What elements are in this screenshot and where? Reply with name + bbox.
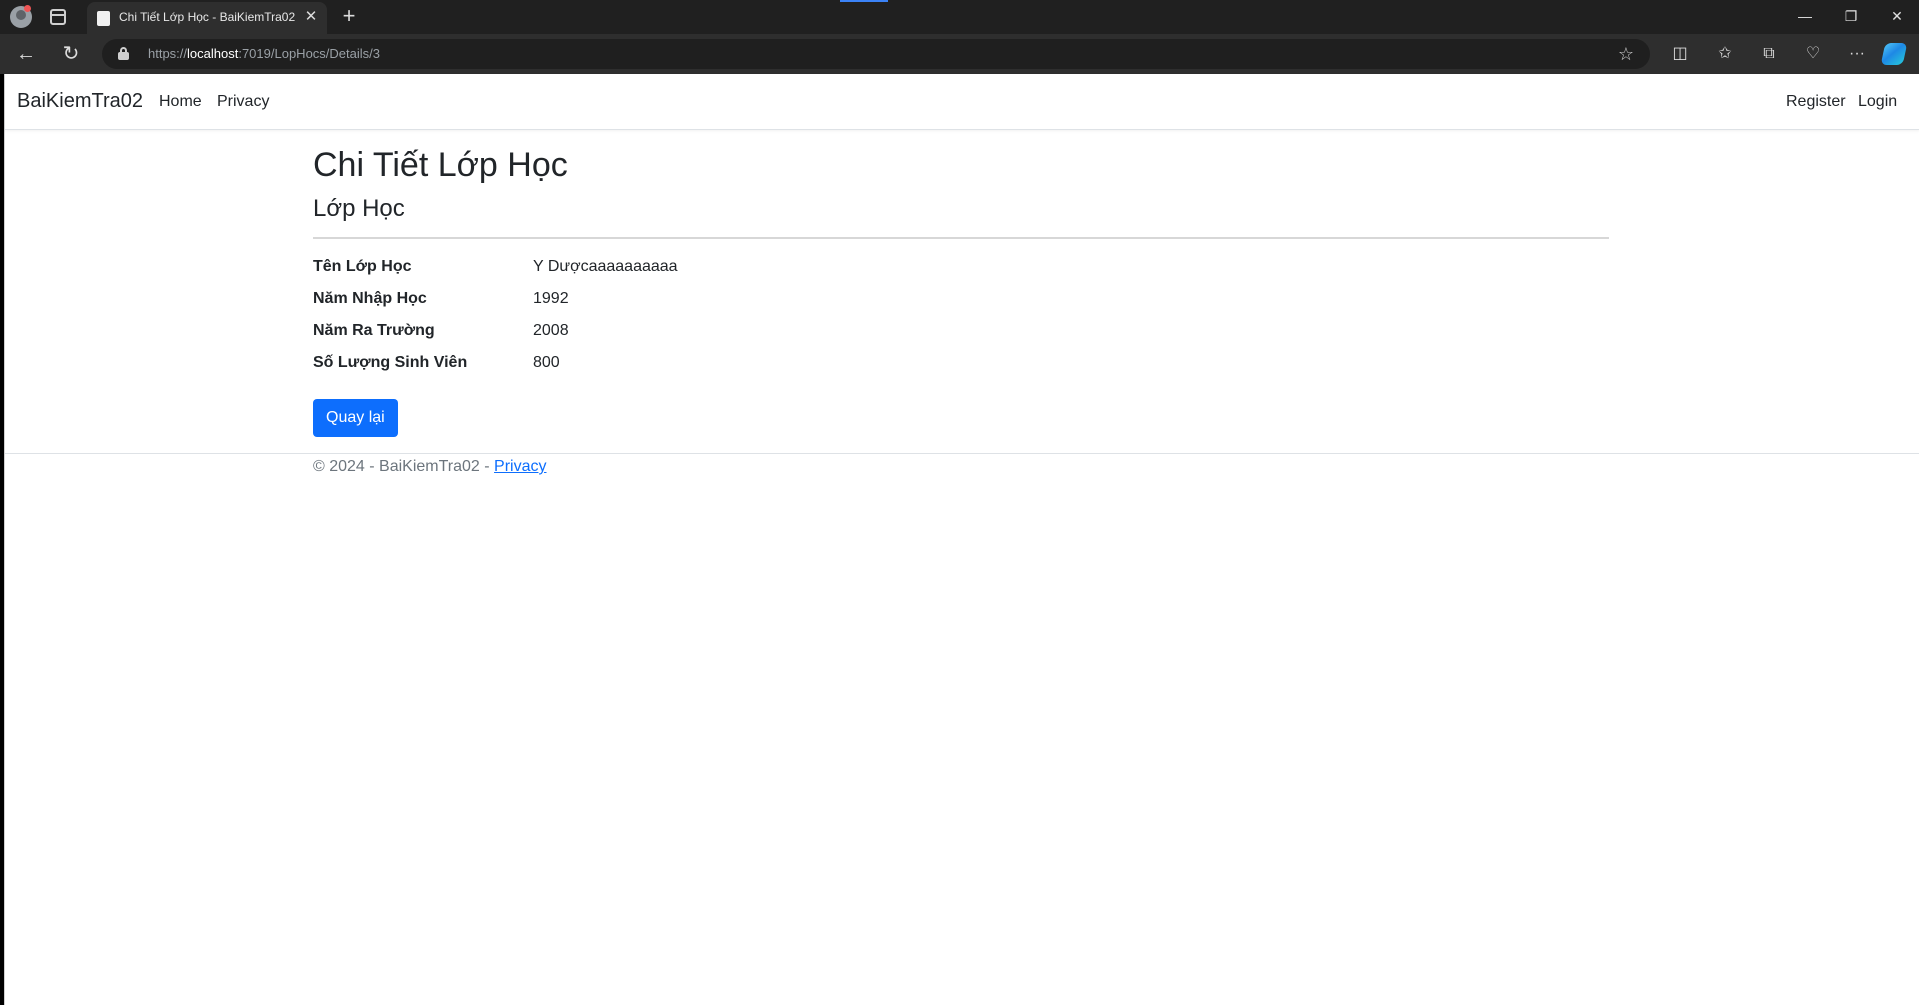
field-value-ten-lop-hoc: Y Dượcaaaaaaaaaa xyxy=(533,258,678,275)
site-footer: © 2024 - BaiKiemTra02 - Privacy xyxy=(313,458,547,476)
footer-divider xyxy=(5,453,1919,454)
refresh-icon[interactable]: ↻ xyxy=(57,41,85,67)
nav-link-login[interactable]: Login xyxy=(1858,93,1897,111)
field-value-so-luong-sinh-vien: 800 xyxy=(533,354,560,371)
browser-tab-active[interactable]: Chi Tiết Lớp Học - BaiKiemTra02 ✕ xyxy=(87,2,327,34)
url-host: localhost xyxy=(187,46,239,61)
url-path: :7019/LopHocs/Details/3 xyxy=(238,46,380,61)
url-scheme: https:// xyxy=(148,46,188,61)
field-label-nam-ra-truong: Năm Ra Trường xyxy=(313,322,435,339)
nav-link-privacy[interactable]: Privacy xyxy=(217,93,269,111)
nav-link-home[interactable]: Home xyxy=(159,93,202,111)
close-tab-icon[interactable]: ✕ xyxy=(301,7,321,27)
favorite-star-icon[interactable]: ☆ xyxy=(1614,42,1638,66)
field-value-nam-nhap-hoc: 1992 xyxy=(533,290,569,307)
minimize-window-icon[interactable]: — xyxy=(1785,4,1825,28)
close-window-icon[interactable]: ✕ xyxy=(1877,4,1917,28)
divider xyxy=(313,237,1609,239)
collections-icon[interactable]: ⧉ xyxy=(1755,41,1783,67)
field-label-nam-nhap-hoc: Năm Nhập Học xyxy=(313,290,427,307)
tab-drag-indicator xyxy=(840,0,888,2)
field-label-so-luong-sinh-vien: Số Lượng Sinh Viên xyxy=(313,354,468,371)
address-bar[interactable]: https://localhost:7019/LopHocs/Details/3… xyxy=(102,39,1650,69)
browser-essentials-icon[interactable]: ♡ xyxy=(1799,41,1827,67)
back-button[interactable]: Quay lại xyxy=(313,399,398,437)
browser-toolbar: ← ↻ https://localhost:7019/LopHocs/Detai… xyxy=(0,34,1919,74)
tab-actions-icon[interactable] xyxy=(50,9,66,25)
navbar-brand[interactable]: BaiKiemTra02 xyxy=(17,90,143,113)
tab-title: Chi Tiết Lớp Học - BaiKiemTra02 xyxy=(119,10,296,24)
more-options-icon[interactable]: ··· xyxy=(1843,41,1871,67)
page-favicon-icon xyxy=(97,11,110,26)
back-arrow-icon[interactable]: ← xyxy=(12,41,40,67)
field-value-nam-ra-truong: 2008 xyxy=(533,322,569,339)
copilot-icon[interactable] xyxy=(1880,43,1908,65)
restore-window-icon[interactable]: ❐ xyxy=(1831,4,1871,28)
favorites-icon[interactable]: ✩ xyxy=(1711,41,1739,67)
nav-link-register[interactable]: Register xyxy=(1786,93,1846,111)
footer-privacy-link[interactable]: Privacy xyxy=(494,458,546,475)
section-title: Lớp Học xyxy=(313,195,405,222)
profile-notification-dot xyxy=(24,5,31,12)
footer-text: © 2024 - BaiKiemTra02 - xyxy=(313,458,495,475)
site-navbar: BaiKiemTra02 Home Privacy Register Login xyxy=(5,74,1919,130)
browser-titlebar: Chi Tiết Lớp Học - BaiKiemTra02 ✕ + — ❐ … xyxy=(0,0,1919,34)
split-screen-icon[interactable]: ◫ xyxy=(1666,41,1694,67)
page-viewport: BaiKiemTra02 Home Privacy Register Login… xyxy=(4,74,1919,1005)
url-text[interactable]: https://localhost:7019/LopHocs/Details/3 xyxy=(148,46,380,61)
page-title: Chi Tiết Lớp Học xyxy=(313,146,568,184)
lock-icon[interactable] xyxy=(118,47,129,60)
field-label-ten-lop-hoc: Tên Lớp Học xyxy=(313,258,412,275)
new-tab-icon[interactable]: + xyxy=(338,4,360,28)
